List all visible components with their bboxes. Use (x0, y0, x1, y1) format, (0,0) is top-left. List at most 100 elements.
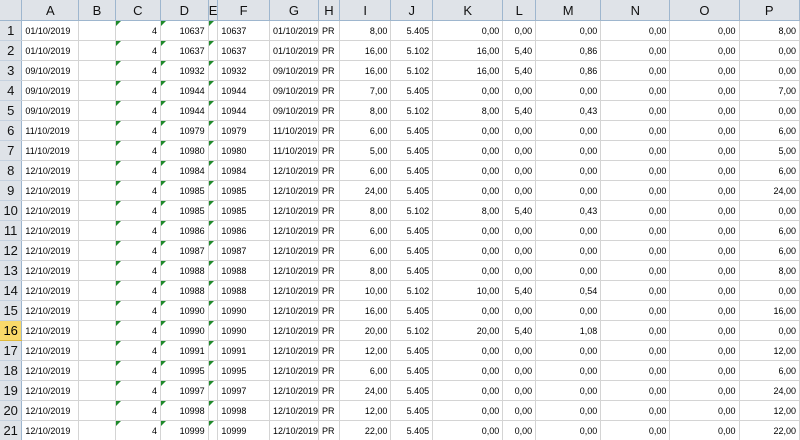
cell-value[interactable]: 0,00 (432, 300, 504, 321)
cell-code[interactable]: 4 (115, 140, 162, 161)
cell-code[interactable]: 5.102 (390, 200, 434, 221)
cell-empty[interactable] (78, 140, 116, 161)
cell-value[interactable]: 0,00 (739, 320, 800, 341)
cell-value[interactable]: 16,00 (739, 300, 800, 321)
cell-value[interactable]: 0,00 (669, 400, 740, 421)
cell-value[interactable]: 24,00 (739, 380, 800, 401)
cell-empty[interactable] (208, 300, 219, 321)
cell-date[interactable]: 01/10/2019 (269, 40, 319, 61)
cell-code[interactable]: 5.405 (390, 260, 434, 281)
cell-value[interactable]: 6,00 (739, 240, 800, 261)
cell-value[interactable]: 0,00 (600, 280, 671, 301)
cell-value[interactable]: 0,00 (600, 200, 671, 221)
cell-number-text[interactable]: 10944 (217, 80, 270, 101)
cell-number[interactable]: 10990 (160, 300, 209, 321)
cell-value[interactable]: 0,00 (502, 220, 537, 241)
cell-value[interactable]: 0,00 (600, 140, 671, 161)
cell-value[interactable]: 0,00 (502, 140, 537, 161)
cell-value[interactable]: 12,00 (339, 400, 392, 421)
cell-value[interactable]: 0,00 (600, 40, 671, 61)
cell-empty[interactable] (78, 300, 116, 321)
row-header[interactable]: 1 (0, 20, 23, 41)
cell-date[interactable]: 12/10/2019 (21, 260, 80, 281)
cell-empty[interactable] (208, 120, 219, 141)
cell-value[interactable]: 0,00 (535, 140, 602, 161)
cell-value[interactable]: 0,00 (669, 340, 740, 361)
row-header[interactable]: 20 (0, 400, 23, 421)
column-header-f[interactable]: F (217, 0, 270, 21)
cell-number[interactable]: 10988 (160, 280, 209, 301)
row-header[interactable]: 14 (0, 280, 23, 301)
cell-value[interactable]: 0,00 (432, 420, 504, 440)
cell-date[interactable]: 12/10/2019 (21, 380, 80, 401)
cell-value[interactable]: 8,00 (339, 200, 392, 221)
cell-empty[interactable] (208, 380, 219, 401)
cell-value[interactable]: 6,00 (739, 160, 800, 181)
cell-code[interactable]: 5.102 (390, 280, 434, 301)
column-header-m[interactable]: M (535, 0, 602, 21)
cell-code[interactable]: 4 (115, 360, 162, 381)
cell-value[interactable]: 5,40 (502, 320, 537, 341)
cell-type[interactable]: PR (318, 260, 340, 281)
cell-type[interactable]: PR (318, 40, 340, 61)
cell-value[interactable]: 12,00 (339, 340, 392, 361)
cell-value[interactable]: 0,00 (535, 240, 602, 261)
cell-date[interactable]: 01/10/2019 (21, 40, 80, 61)
cell-number-text[interactable]: 10990 (217, 320, 270, 341)
cell-value[interactable]: 0,00 (600, 60, 671, 81)
column-header-e[interactable]: E (208, 0, 219, 21)
cell-value[interactable]: 20,00 (432, 320, 504, 341)
cell-value[interactable]: 5,00 (739, 140, 800, 161)
cell-value[interactable]: 0,00 (739, 280, 800, 301)
cell-value[interactable]: 16,00 (432, 40, 504, 61)
cell-number-text[interactable]: 10637 (217, 40, 270, 61)
cell-code[interactable]: 4 (115, 320, 162, 341)
cell-value[interactable]: 22,00 (339, 420, 392, 440)
cell-number-text[interactable]: 10987 (217, 240, 270, 261)
cell-date[interactable]: 12/10/2019 (269, 340, 319, 361)
cell-date[interactable]: 12/10/2019 (269, 160, 319, 181)
cell-number-text[interactable]: 10998 (217, 400, 270, 421)
cell-value[interactable]: 0,00 (669, 360, 740, 381)
cell-value[interactable]: 5,40 (502, 40, 537, 61)
cell-value[interactable]: 0,00 (669, 40, 740, 61)
cell-code[interactable]: 5.405 (390, 20, 434, 41)
cell-value[interactable]: 0,00 (600, 400, 671, 421)
cell-date[interactable]: 12/10/2019 (21, 160, 80, 181)
column-header-h[interactable]: H (318, 0, 340, 21)
cell-value[interactable]: 0,00 (739, 40, 800, 61)
cell-value[interactable]: 0,00 (432, 80, 504, 101)
row-header[interactable]: 9 (0, 180, 23, 201)
column-header-g[interactable]: G (269, 0, 319, 21)
cell-date[interactable]: 12/10/2019 (269, 360, 319, 381)
cell-value[interactable]: 0,00 (502, 300, 537, 321)
cell-value[interactable]: 6,00 (339, 360, 392, 381)
row-header[interactable]: 3 (0, 60, 23, 81)
cell-date[interactable]: 09/10/2019 (21, 100, 80, 121)
cell-value[interactable]: 8,00 (432, 200, 504, 221)
cell-value[interactable]: 6,00 (739, 120, 800, 141)
cell-code[interactable]: 5.405 (390, 400, 434, 421)
cell-number[interactable]: 10986 (160, 220, 209, 241)
cell-date[interactable]: 12/10/2019 (269, 180, 319, 201)
cell-value[interactable]: 0,00 (669, 220, 740, 241)
cell-date[interactable]: 12/10/2019 (21, 280, 80, 301)
cell-value[interactable]: 0,00 (600, 300, 671, 321)
cell-number-text[interactable]: 10944 (217, 100, 270, 121)
cell-type[interactable]: PR (318, 320, 340, 341)
cell-value[interactable]: 0,00 (600, 360, 671, 381)
cell-date[interactable]: 12/10/2019 (269, 380, 319, 401)
cell-value[interactable]: 0,00 (432, 180, 504, 201)
cell-value[interactable]: 10,00 (339, 280, 392, 301)
cell-type[interactable]: PR (318, 80, 340, 101)
cell-number-text[interactable]: 10988 (217, 280, 270, 301)
cell-value[interactable]: 10,00 (432, 280, 504, 301)
row-header[interactable]: 13 (0, 260, 23, 281)
cell-value[interactable]: 0,00 (535, 220, 602, 241)
cell-number[interactable]: 10637 (160, 40, 209, 61)
cell-date[interactable]: 01/10/2019 (21, 20, 80, 41)
cell-value[interactable]: 8,00 (432, 100, 504, 121)
cell-empty[interactable] (208, 220, 219, 241)
cell-value[interactable]: 0,00 (502, 380, 537, 401)
cell-number[interactable]: 10980 (160, 140, 209, 161)
